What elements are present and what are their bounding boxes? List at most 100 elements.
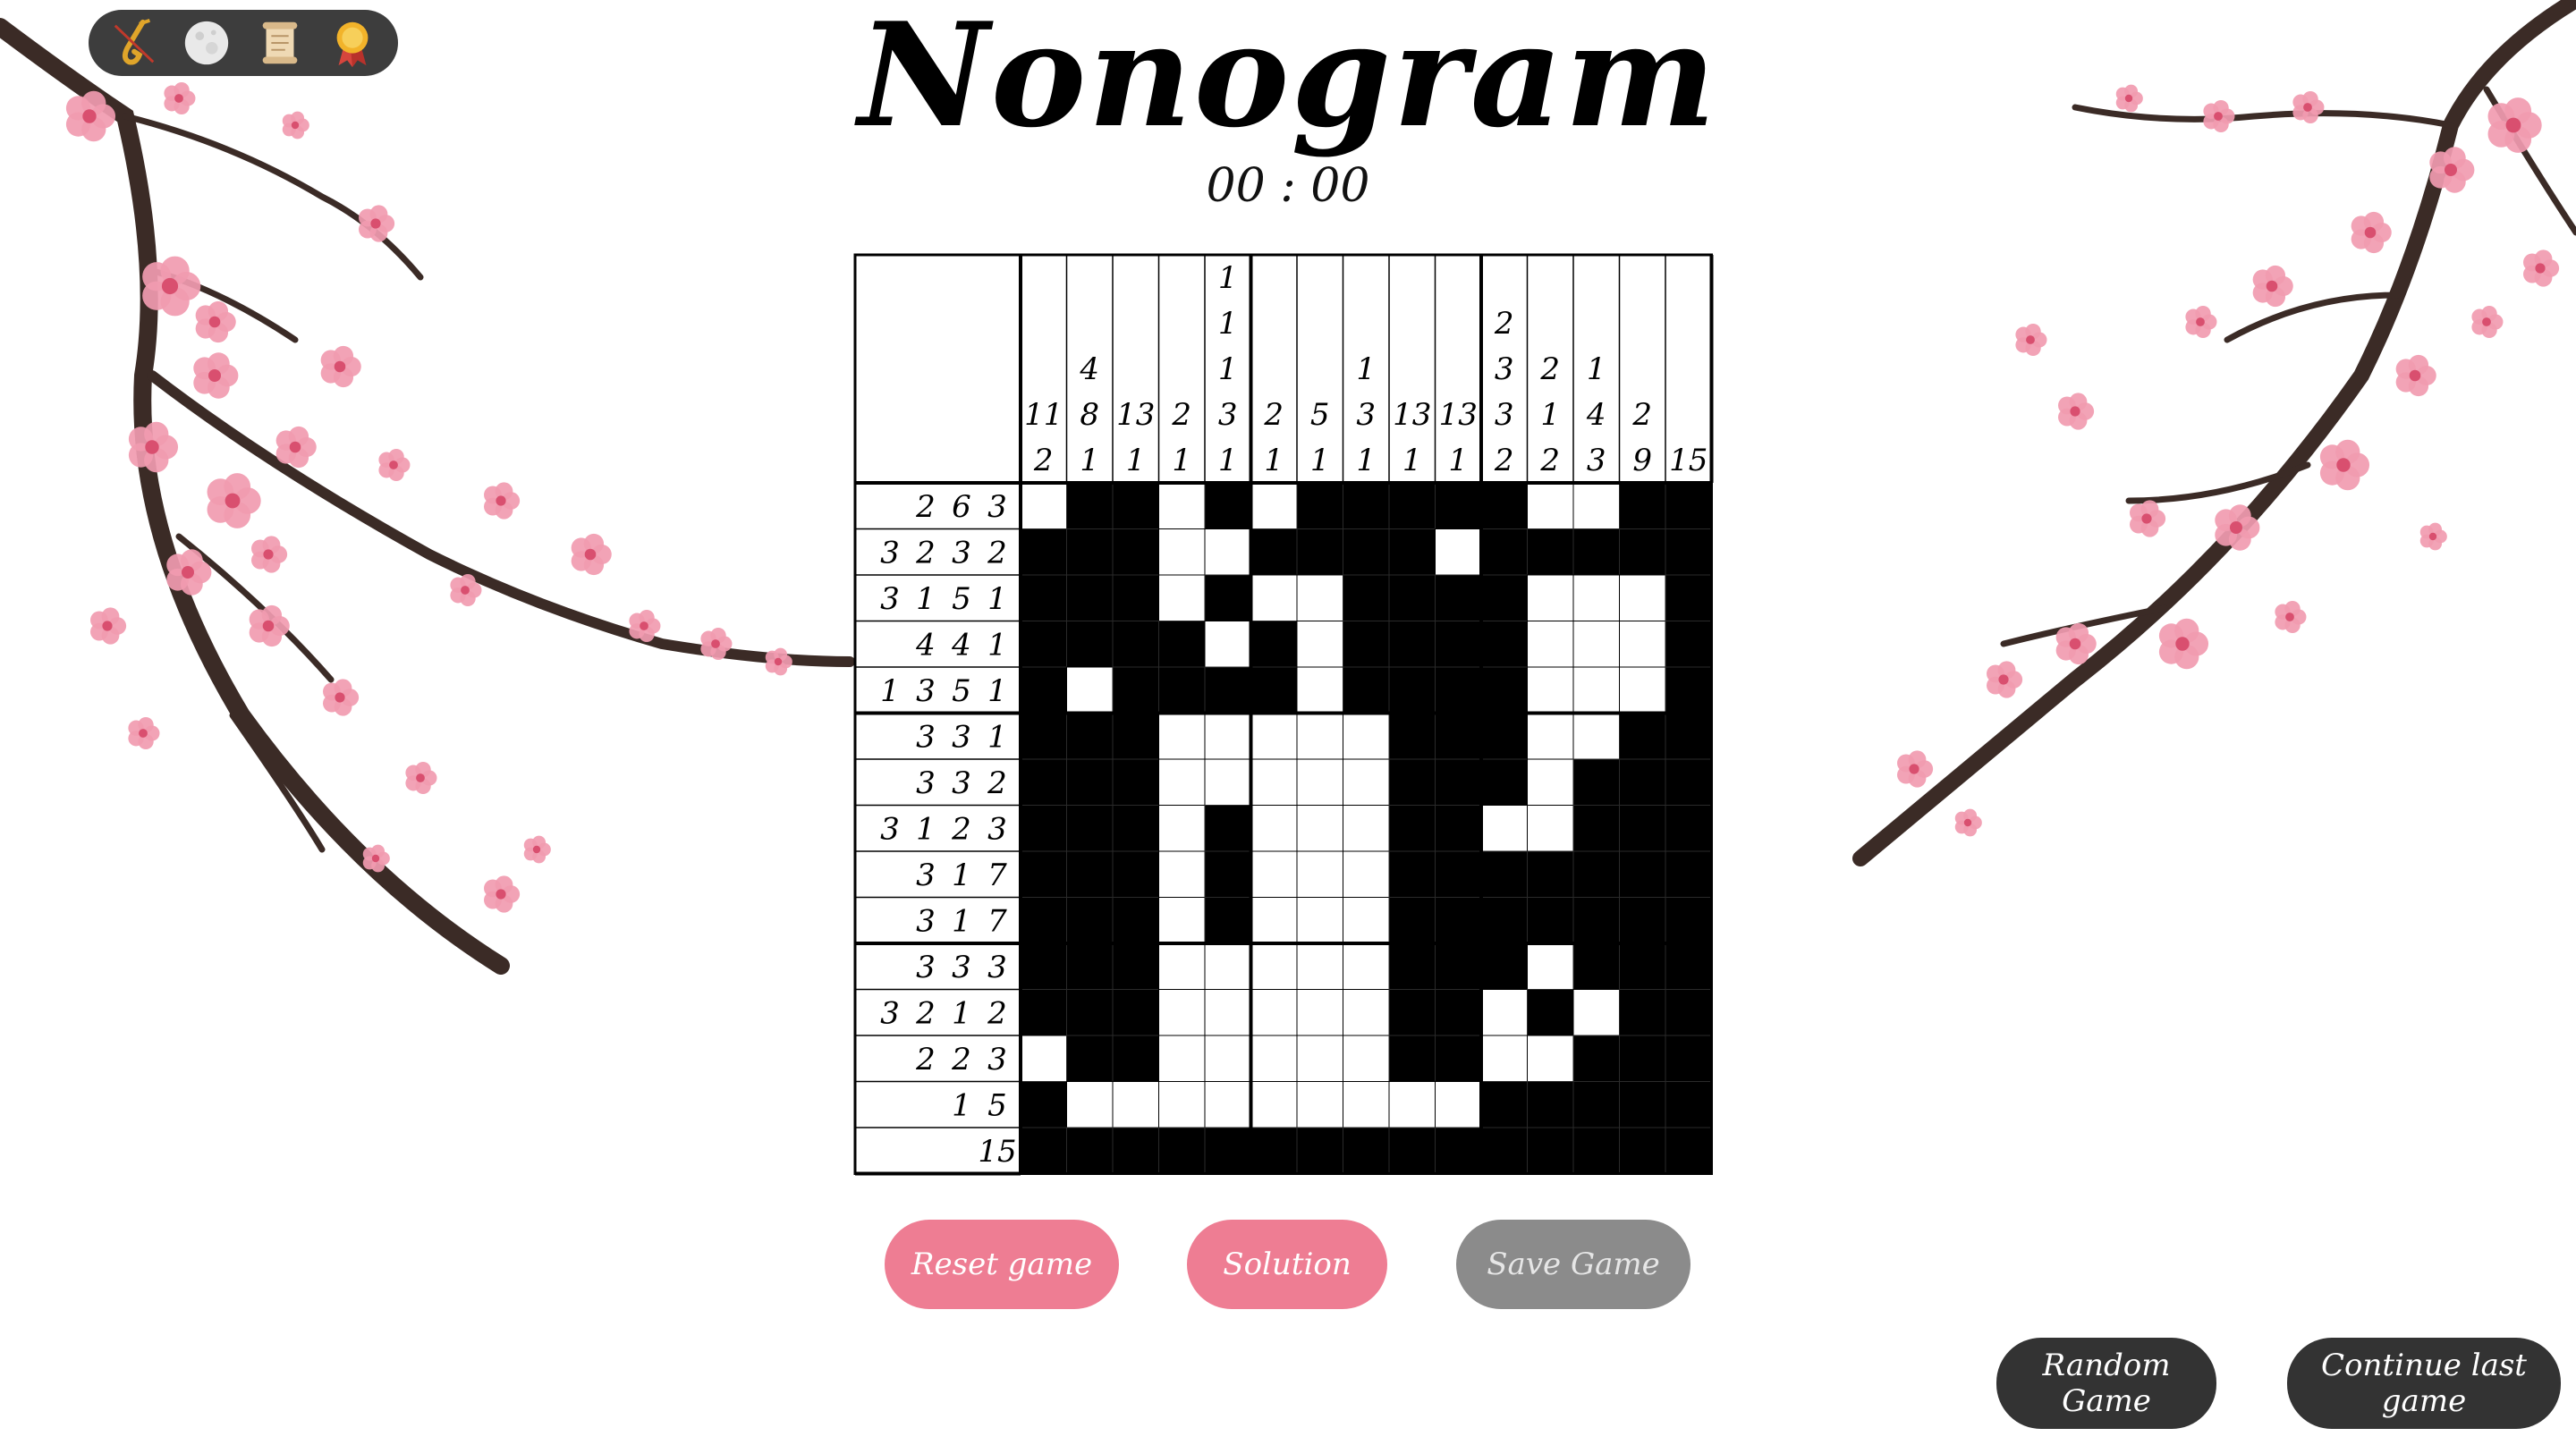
- grid-cell[interactable]: [1158, 666, 1206, 714]
- grid-cell[interactable]: [1158, 574, 1206, 621]
- grid-cell[interactable]: [1250, 758, 1298, 806]
- grid-cell[interactable]: [1619, 574, 1666, 621]
- grid-cell[interactable]: [1527, 1081, 1574, 1128]
- grid-cell[interactable]: [1343, 850, 1390, 898]
- grid-cell[interactable]: [1343, 713, 1390, 760]
- grid-cell[interactable]: [1572, 1035, 1620, 1082]
- grid-cell[interactable]: [1435, 1127, 1482, 1174]
- grid-cell[interactable]: [1388, 482, 1436, 529]
- grid-cell[interactable]: [1066, 758, 1114, 806]
- grid-cell[interactable]: [1296, 989, 1343, 1036]
- grid-cell[interactable]: [1527, 897, 1574, 944]
- grid-cell[interactable]: [1296, 528, 1343, 576]
- grid-cell[interactable]: [1665, 621, 1712, 668]
- grid-cell[interactable]: [1296, 897, 1343, 944]
- grid-cell[interactable]: [1572, 1127, 1620, 1174]
- grid-cell[interactable]: [1572, 942, 1620, 990]
- grid-cell[interactable]: [1158, 621, 1206, 668]
- grid-cell[interactable]: [1112, 1081, 1159, 1128]
- grid-cell[interactable]: [1388, 574, 1436, 621]
- grid-cell[interactable]: [1572, 989, 1620, 1036]
- grid-cell[interactable]: [1343, 528, 1390, 576]
- grid-cell[interactable]: [1480, 528, 1528, 576]
- grid-cell[interactable]: [1572, 482, 1620, 529]
- random-game-button[interactable]: Random Game: [1996, 1338, 2216, 1429]
- grid-cell[interactable]: [1619, 989, 1666, 1036]
- save-game-button[interactable]: Save Game: [1456, 1220, 1690, 1309]
- grid-cell[interactable]: [1435, 528, 1482, 576]
- grid-cell[interactable]: [1388, 989, 1436, 1036]
- grid-cell[interactable]: [1665, 897, 1712, 944]
- continue-last-game-button[interactable]: Continue last game: [2287, 1338, 2561, 1429]
- grid-cell[interactable]: [1204, 1127, 1251, 1174]
- grid-cell[interactable]: [1296, 758, 1343, 806]
- grid-cell[interactable]: [1480, 897, 1528, 944]
- grid-cell[interactable]: [1204, 713, 1251, 760]
- grid-cell[interactable]: [1527, 574, 1574, 621]
- grid-cell[interactable]: [1204, 989, 1251, 1036]
- grid-cell[interactable]: [1665, 713, 1712, 760]
- grid-cell[interactable]: [1435, 574, 1482, 621]
- grid-cell[interactable]: [1480, 805, 1528, 852]
- grid-cell[interactable]: [1066, 805, 1114, 852]
- grid-cell[interactable]: [1572, 713, 1620, 760]
- grid-cell[interactable]: [1435, 482, 1482, 529]
- grid-cell[interactable]: [1665, 850, 1712, 898]
- grid-cell[interactable]: [1343, 1127, 1390, 1174]
- grid-cell[interactable]: [1296, 942, 1343, 990]
- grid-cell[interactable]: [1066, 942, 1114, 990]
- grid-cell[interactable]: [1158, 805, 1206, 852]
- grid-cell[interactable]: [1112, 1035, 1159, 1082]
- grid-cell[interactable]: [1066, 850, 1114, 898]
- grid-cell[interactable]: [1296, 850, 1343, 898]
- grid-cell[interactable]: [1020, 574, 1067, 621]
- grid-cell[interactable]: [1158, 897, 1206, 944]
- grid-cell[interactable]: [1572, 897, 1620, 944]
- grid-cell[interactable]: [1020, 1035, 1067, 1082]
- grid-cell[interactable]: [1020, 897, 1067, 944]
- grid-cell[interactable]: [1480, 574, 1528, 621]
- grid-cell[interactable]: [1527, 528, 1574, 576]
- grid-cell[interactable]: [1020, 713, 1067, 760]
- grid-cell[interactable]: [1066, 713, 1114, 760]
- grid-cell[interactable]: [1343, 805, 1390, 852]
- grid-cell[interactable]: [1527, 989, 1574, 1036]
- grid-cell[interactable]: [1296, 713, 1343, 760]
- grid-cell[interactable]: [1296, 574, 1343, 621]
- grid-cell[interactable]: [1343, 1081, 1390, 1128]
- grid-cell[interactable]: [1112, 989, 1159, 1036]
- grid-cell[interactable]: [1112, 666, 1159, 714]
- grid-cell[interactable]: [1388, 850, 1436, 898]
- grid-cell[interactable]: [1343, 482, 1390, 529]
- grid-cell[interactable]: [1066, 482, 1114, 529]
- grid-cell[interactable]: [1343, 758, 1390, 806]
- grid-cell[interactable]: [1158, 482, 1206, 529]
- grid-cell[interactable]: [1388, 1035, 1436, 1082]
- grid-cell[interactable]: [1435, 666, 1482, 714]
- grid-cell[interactable]: [1480, 758, 1528, 806]
- grid-cell[interactable]: [1388, 942, 1436, 990]
- grid-cell[interactable]: [1527, 1127, 1574, 1174]
- grid-cell[interactable]: [1343, 1035, 1390, 1082]
- grid-cell[interactable]: [1112, 713, 1159, 760]
- grid-cell[interactable]: [1619, 1081, 1666, 1128]
- grid-cell[interactable]: [1665, 805, 1712, 852]
- grid-cell[interactable]: [1665, 528, 1712, 576]
- grid-cell[interactable]: [1527, 850, 1574, 898]
- grid-cell[interactable]: [1066, 989, 1114, 1036]
- grid-cell[interactable]: [1066, 1081, 1114, 1128]
- grid-cell[interactable]: [1435, 1035, 1482, 1082]
- grid-cell[interactable]: [1388, 1127, 1436, 1174]
- grid-cell[interactable]: [1572, 805, 1620, 852]
- grid-cell[interactable]: [1066, 528, 1114, 576]
- grid-cell[interactable]: [1020, 758, 1067, 806]
- grid-cell[interactable]: [1435, 758, 1482, 806]
- grid-cell[interactable]: [1020, 942, 1067, 990]
- grid-cell[interactable]: [1296, 805, 1343, 852]
- grid-cell[interactable]: [1066, 574, 1114, 621]
- grid-cell[interactable]: [1572, 850, 1620, 898]
- reset-game-button[interactable]: Reset game: [885, 1220, 1119, 1309]
- grid-cell[interactable]: [1066, 897, 1114, 944]
- grid-cell[interactable]: [1158, 1081, 1206, 1128]
- grid-cell[interactable]: [1388, 805, 1436, 852]
